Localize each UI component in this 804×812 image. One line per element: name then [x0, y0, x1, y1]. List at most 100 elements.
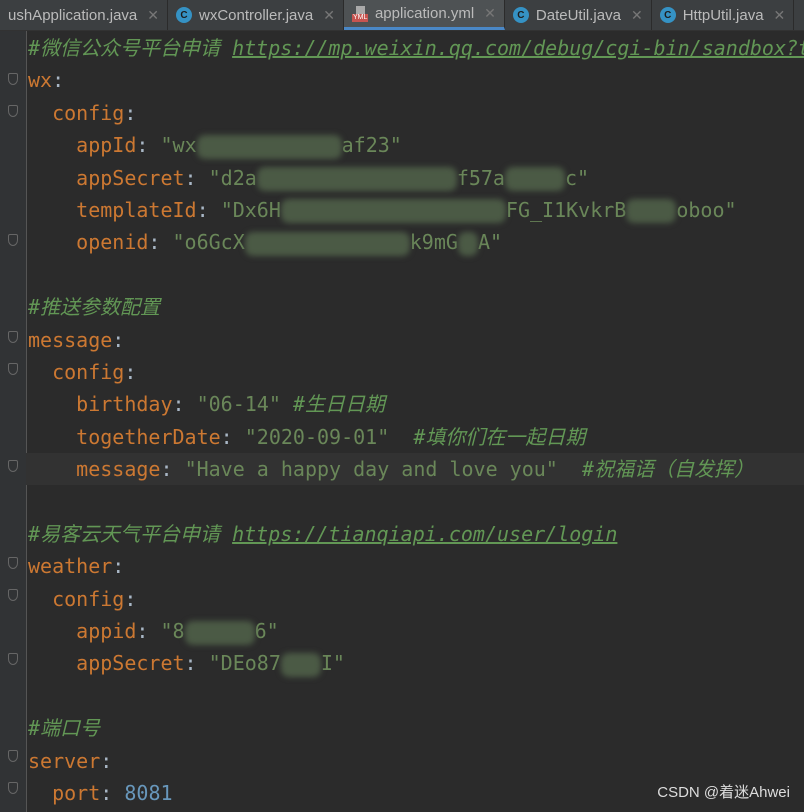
code-token: "8: [160, 619, 185, 644]
tab-date-util[interactable]: C DateUtil.java ✕: [505, 0, 652, 30]
tab-label: application.yml: [374, 5, 475, 22]
code-token: templateId: [76, 197, 197, 222]
close-icon[interactable]: ✕: [774, 7, 786, 24]
code-token: wx: [28, 68, 53, 93]
code-token: appid: [76, 619, 137, 644]
link[interactable]: https://tianqiapi.com/user/login: [232, 522, 617, 546]
code-token: "d2a: [208, 165, 257, 190]
code-token: "Have a happy day and love you": [184, 457, 558, 482]
code-line: openid: "o6GcX k9mG A": [76, 230, 503, 256]
java-class-icon: C: [512, 7, 529, 23]
code-token: weather: [28, 554, 113, 579]
fold-icon[interactable]: [8, 105, 18, 117]
code-token: #微信公众号平台申请: [28, 36, 233, 60]
code-token: 8081: [124, 780, 173, 805]
code-token: #祝福语（自发挥）: [581, 457, 754, 482]
code-line: #微信公众号平台申请 https://mp.weixin.qq.com/debu…: [28, 32, 804, 64]
tab-label: HttpUtil.java: [682, 6, 764, 24]
code-token: message: [28, 327, 113, 352]
redacted-blur: [457, 231, 478, 256]
redacted-blur: [504, 167, 565, 192]
tab-application-yml[interactable]: application.yml ✕: [343, 0, 505, 30]
tab-label: ushApplication.java: [8, 6, 138, 24]
code-token: "o6GcX: [172, 230, 245, 255]
code-token: message: [76, 457, 161, 482]
code-token: openid: [76, 230, 149, 255]
tab-push-application[interactable]: ushApplication.java ✕: [0, 0, 168, 30]
code-token: c": [564, 165, 590, 190]
code-token: config: [52, 100, 125, 125]
close-icon[interactable]: ✕: [147, 7, 159, 24]
close-icon[interactable]: ✕: [484, 5, 496, 22]
code-line: templateId: "Dx6H FG_I1KvkrB oboo": [76, 197, 737, 224]
code-line: weather:: [28, 554, 125, 579]
close-icon[interactable]: ✕: [323, 7, 335, 24]
java-class-icon: C: [659, 7, 676, 23]
code-token: "06-14": [196, 392, 281, 417]
code-line: togetherDate: "2020-09-01" #填你们在一起日期: [76, 424, 586, 449]
code-line: config:: [52, 100, 137, 125]
code-token: A": [477, 230, 503, 255]
close-icon[interactable]: ✕: [631, 7, 643, 24]
code-token: port: [52, 780, 101, 805]
editor-tab-bar: ushApplication.java ✕ CwxController.java ✕…: [0, 0, 804, 31]
code-token: #端口号: [28, 716, 101, 741]
code-line-current: message: "Have a happy day and love you"…: [26, 453, 804, 486]
fold-icon[interactable]: [8, 589, 18, 601]
redacted-blur: [256, 167, 457, 192]
code-editor[interactable]: #微信公众号平台申请 https://mp.weixin.qq.com/debu…: [26, 32, 804, 809]
code-line: #推送参数配置: [28, 291, 804, 323]
code-token: togetherDate: [76, 424, 221, 449]
code-token: "2020-09-01": [244, 424, 390, 449]
java-class-icon: C: [176, 7, 192, 23]
code-line: wx:: [28, 68, 65, 93]
code-token: FG_I1KvkrB: [505, 197, 627, 222]
code-token: af23": [341, 133, 402, 158]
code-token: f57a: [456, 165, 505, 190]
tab-wx-controller[interactable]: CwxController.java ✕: [168, 0, 344, 30]
fold-icon[interactable]: [8, 363, 18, 375]
link[interactable]: https://mp.weixin.qq.com/debug/cgi-bin/s…: [232, 36, 804, 60]
redacted-blur: [626, 199, 677, 224]
fold-icon[interactable]: [8, 73, 18, 85]
redacted-blur: [184, 620, 255, 645]
code-token: #易客云天气平台申请: [28, 521, 233, 546]
code-line: message:: [28, 327, 125, 352]
yml-file-icon: [351, 5, 369, 22]
code-token: config: [52, 586, 125, 611]
watermark: CSDN @着迷Ahwei: [657, 784, 790, 801]
fold-icon[interactable]: [8, 653, 18, 665]
tab-label: DateUtil.java: [535, 6, 621, 24]
redacted-blur: [280, 652, 321, 677]
fold-icon[interactable]: [8, 234, 18, 246]
code-line: #易客云天气平台申请 https://tianqiapi.com/user/lo…: [28, 518, 804, 550]
code-token: "Dx6H: [220, 197, 281, 222]
code-line: config:: [52, 586, 137, 611]
fold-icon[interactable]: [8, 557, 18, 569]
code-token: server: [28, 748, 101, 773]
code-token: 6": [254, 619, 279, 644]
tab-http-util[interactable]: C HttpUtil.java ✕: [652, 0, 795, 30]
code-line: appSecret: "DEo87 I": [76, 651, 345, 677]
code-line: birthday: "06-14" #生日日期: [76, 392, 385, 417]
code-token: #生日日期: [292, 392, 385, 417]
fold-icon[interactable]: [8, 750, 18, 762]
code-token: "wx: [160, 133, 197, 158]
redacted-blur: [196, 134, 342, 159]
code-line: appId: "wx af23": [76, 133, 402, 159]
code-token: appId: [76, 133, 137, 158]
redacted-blur: [244, 231, 410, 256]
code-line: appSecret: "d2a f57a c": [76, 165, 590, 192]
code-token: I": [320, 651, 345, 676]
code-line: appid: "8 6": [76, 619, 279, 645]
code-token: config: [52, 359, 125, 384]
code-token: "DEo87: [208, 651, 281, 676]
fold-icon[interactable]: [8, 782, 18, 794]
code-token: oboo": [676, 197, 737, 222]
fold-icon[interactable]: [8, 460, 18, 472]
code-token: #填你们在一起日期: [413, 424, 586, 449]
fold-icon[interactable]: [8, 331, 18, 343]
